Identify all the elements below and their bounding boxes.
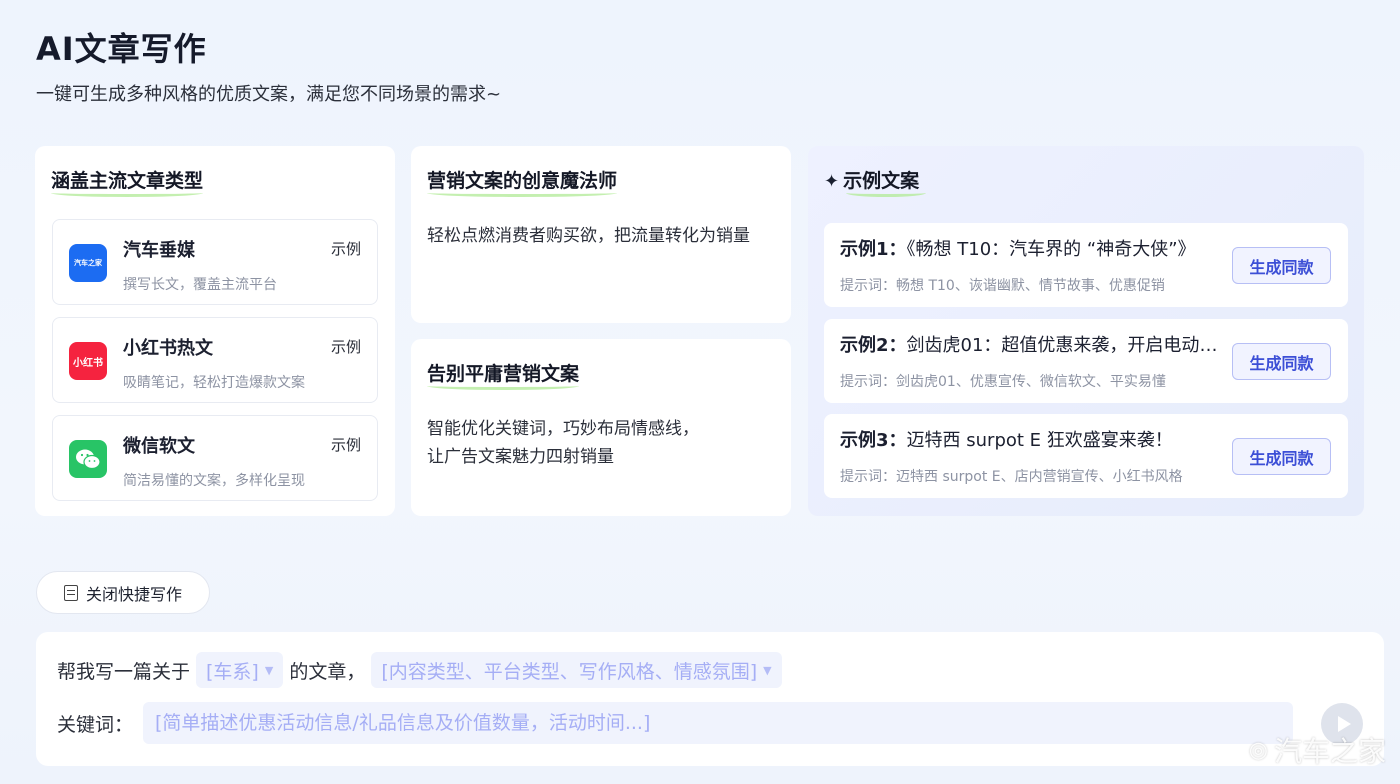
type-example-link[interactable]: 示例 [331, 336, 361, 357]
composer-line-topic: 帮我写一篇关于 [车系] ▼ 的文章， [内容类型、平台类型、写作风格、情感氛围]… [57, 652, 788, 688]
example-headline: 示例2：剑齿虎01：超值优惠来袭，开启电动新时代 [840, 335, 1218, 356]
type-item-xiaohongshu[interactable]: 小红书 小红书热文 吸睛笔记，轻松打造爆款文案 示例 [52, 317, 378, 403]
example-headline: 示例1：《畅想 T10：汽车界的 “神奇大侠”》 [840, 239, 1196, 260]
watermark: ◎ 汽车之家 [1248, 735, 1386, 768]
close-quick-write-label: 关闭快捷写作 [85, 584, 182, 604]
weibo-icon: ◎ [1248, 737, 1268, 763]
example-item-1[interactable]: 示例1：《畅想 T10：汽车界的 “神奇大侠”》 提示词：畅想 T10、诙谐幽默… [824, 223, 1348, 307]
type-desc: 撰写长文，覆盖主流平台 [123, 277, 277, 293]
creative-magician-title: 营销文案的创意魔法师 [427, 166, 618, 197]
composer-middle: 的文章， [289, 660, 366, 683]
caret-down-icon: ▼ [264, 663, 274, 677]
farewell-title: 告别平庸营销文案 [427, 359, 580, 390]
type-item-wechat[interactable]: 微信软文 简洁易懂的文案，多样化呈现 示例 [52, 415, 378, 501]
prompt-composer: 帮我写一篇关于 [车系] ▼ 的文章， [内容类型、平台类型、写作风格、情感氛围]… [36, 632, 1384, 766]
caret-down-icon: ▼ [763, 663, 772, 677]
page-title: AI文章写作 [36, 30, 207, 68]
car-series-select[interactable]: [车系] ▼ [196, 652, 284, 688]
farewell-text-line: 让广告文案魅力四射销量 [427, 447, 614, 467]
autohome-logo-icon: 汽车之家 [69, 244, 107, 282]
article-types-title: 涵盖主流文章类型 [51, 166, 204, 197]
sparkle-icon: ✦ [824, 171, 840, 192]
type-item-autohome[interactable]: 汽车之家 汽车垂媒 撰写长文，覆盖主流平台 示例 [52, 219, 378, 305]
farewell-text: 智能优化关键词，巧妙布局情感线， 让广告文案魅力四射销量 [427, 415, 767, 471]
generate-same-button[interactable]: 生成同款 [1232, 343, 1331, 380]
example-item-3[interactable]: 示例3：迈特西 surpot E 狂欢盛宴来袭！ 提示词：迈特西 surpot … [824, 414, 1348, 498]
composer-line-keyword: 关键词： [57, 702, 1294, 744]
close-quick-write-button[interactable]: 关闭快捷写作 [36, 571, 210, 614]
page-subtitle: 一键可生成多种风格的优质文案，满足您不同场景的需求~ [36, 84, 502, 105]
type-name: 小红书热文 [123, 338, 213, 359]
example-prompt: 提示词：迈特西 surpot E、店内营销宣传、小红书风格 [840, 469, 1183, 485]
example-prompt: 提示词：畅想 T10、诙谐幽默、情节故事、优惠促销 [840, 278, 1165, 294]
generate-same-button[interactable]: 生成同款 [1232, 438, 1331, 475]
composer-prefix: 帮我写一篇关于 [57, 660, 191, 683]
example-prompt: 提示词：剑齿虎01、优惠宣传、微信软文、平实易懂 [840, 374, 1166, 390]
examples-title: ✦ 示例文案 [824, 166, 926, 197]
document-icon [63, 584, 78, 601]
keyword-label: 关键词： [57, 713, 134, 736]
farewell-text-line: 智能优化关键词，巧妙布局情感线， [427, 419, 699, 439]
style-select[interactable]: [内容类型、平台类型、写作风格、情感氛围] ▼ [371, 652, 782, 688]
type-name: 微信软文 [123, 436, 195, 457]
farewell-card: 告别平庸营销文案 智能优化关键词，巧妙布局情感线， 让广告文案魅力四射销量 [411, 339, 791, 516]
creative-magician-text: 轻松点燃消费者购买欲，把流量转化为销量 [427, 226, 750, 246]
type-name: 汽车垂媒 [123, 240, 195, 261]
type-desc: 简洁易懂的文案，多样化呈现 [123, 473, 305, 489]
creative-magician-card: 营销文案的创意魔法师 轻松点燃消费者购买欲，把流量转化为销量 [411, 146, 791, 323]
generate-same-button[interactable]: 生成同款 [1232, 247, 1331, 284]
wechat-logo-icon [69, 440, 107, 478]
type-example-link[interactable]: 示例 [331, 434, 361, 455]
example-headline: 示例3：迈特西 surpot E 狂欢盛宴来袭！ [840, 430, 1173, 451]
examples-card: ✦ 示例文案 示例1：《畅想 T10：汽车界的 “神奇大侠”》 提示词：畅想 T1… [808, 146, 1364, 516]
example-item-2[interactable]: 示例2：剑齿虎01：超值优惠来袭，开启电动新时代 提示词：剑齿虎01、优惠宣传、… [824, 319, 1348, 403]
article-types-card: 涵盖主流文章类型 汽车之家 汽车垂媒 撰写长文，覆盖主流平台 示例 小红书 小红… [35, 146, 395, 516]
type-example-link[interactable]: 示例 [331, 238, 361, 259]
keyword-input[interactable] [143, 702, 1294, 744]
type-desc: 吸睛笔记，轻松打造爆款文案 [123, 375, 305, 391]
xiaohongshu-logo-icon: 小红书 [69, 342, 107, 380]
